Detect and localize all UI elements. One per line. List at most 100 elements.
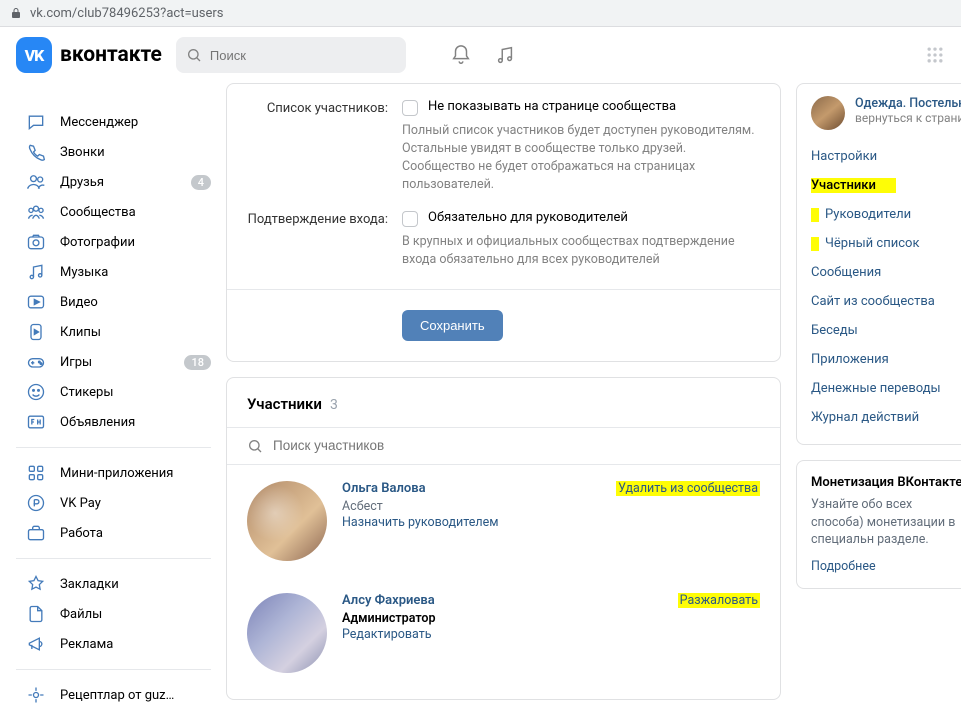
sidebar-item[interactable]: Объявления: [16, 407, 211, 437]
sidebar-item[interactable]: Стикеры: [16, 377, 211, 407]
music-icon[interactable]: [494, 44, 516, 66]
ads-icon: [26, 412, 46, 432]
right-panel: Одежда. Постельно вернуться к страни Нас…: [796, 83, 961, 445]
sidebar-item[interactable]: Закладки: [16, 569, 211, 599]
grid-icon[interactable]: [925, 45, 945, 65]
friends-icon: [26, 172, 46, 192]
member-action[interactable]: Удалить из сообщества: [616, 481, 760, 561]
right-menu-item[interactable]: Журнал действий: [797, 403, 961, 432]
communities-icon: [26, 202, 46, 222]
member-sub: Администратор: [342, 611, 663, 626]
right-menu-item[interactable]: Чёрный список: [797, 229, 961, 258]
sidebar-item[interactable]: Реклама: [16, 629, 211, 659]
sidebar: Мессенджер Звонки Друзья 4 СообществаФотогра…: [16, 83, 211, 715]
mon-link[interactable]: Подробнее: [811, 559, 961, 574]
avatar[interactable]: [247, 593, 327, 673]
mon-title: Монетизация ВКонтакте: [811, 475, 961, 490]
right-menu-item[interactable]: Участники: [797, 171, 961, 200]
sidebar-item-label: Звонки: [60, 145, 211, 160]
member-name[interactable]: Ольга Валова: [342, 481, 601, 496]
photo-icon: [26, 232, 46, 252]
member-row: Ольга ВаловаАсбестНазначить руководителе…: [227, 465, 780, 577]
members-search[interactable]: [227, 427, 780, 465]
separator: [16, 558, 211, 559]
separator: [16, 669, 211, 670]
sidebar-item[interactable]: Мини-приложения: [16, 458, 211, 488]
sidebar-item[interactable]: Звонки: [16, 137, 211, 167]
sidebar-item[interactable]: VK Pay: [16, 488, 211, 518]
right-menu-item[interactable]: Руководители: [797, 200, 961, 229]
separator: [16, 447, 211, 448]
members-search-input[interactable]: [273, 438, 760, 453]
sidebar-item[interactable]: Сообщества: [16, 197, 211, 227]
search-icon: [247, 438, 263, 454]
community-header[interactable]: Одежда. Постельно вернуться к страни: [797, 96, 961, 142]
monetization-card: Монетизация ВКонтакте Узнайте обо всех с…: [796, 460, 961, 589]
badge: 18: [184, 355, 211, 370]
setting-hint: В крупных и официальных сообществах подт…: [402, 233, 760, 269]
save-button[interactable]: Сохранить: [402, 310, 503, 341]
mon-text: Узнайте обо всех способа) монетизации в …: [811, 496, 961, 549]
community-subtitle: вернуться к страни: [855, 111, 961, 125]
logo-link[interactable]: VK вконтакте: [16, 37, 162, 73]
lock-icon: [10, 7, 22, 19]
sidebar-item[interactable]: Фотографии: [16, 227, 211, 257]
right-menu-item[interactable]: Настройки: [797, 142, 961, 171]
video-icon: [26, 292, 46, 312]
settings-card: Список участников: Не показывать на стра…: [226, 83, 781, 362]
sidebar-item[interactable]: Музыка: [16, 257, 211, 287]
members-count: 3: [330, 397, 338, 413]
right-menu-item[interactable]: Сайт из сообщества: [797, 287, 961, 316]
mini-icon: [26, 463, 46, 483]
sidebar-item[interactable]: Рецептлар от guz…: [16, 680, 211, 710]
members-card: Участники 3 Ольга ВаловаАсбестНазначить …: [226, 377, 781, 700]
sidebar-item-label: Рецептлар от guz…: [60, 688, 211, 703]
sidebar-item-label: Работа: [60, 526, 211, 541]
sidebar-item-label: Реклама: [60, 637, 211, 652]
sidebar-item[interactable]: Файлы: [16, 599, 211, 629]
sidebar-item[interactable]: Работа: [16, 518, 211, 548]
sidebar-item-label: Видео: [60, 295, 211, 310]
setting-hint: Полный список участников будет доступен …: [402, 122, 760, 195]
search-input[interactable]: [210, 48, 396, 63]
address-url[interactable]: vk.com/club78496253?act=users: [30, 6, 223, 21]
member-link[interactable]: Редактировать: [342, 627, 663, 642]
member-list-checkbox[interactable]: [402, 100, 418, 116]
right-menu-item[interactable]: Денежные переводы: [797, 374, 961, 403]
avatar[interactable]: [247, 481, 327, 561]
sidebar-item[interactable]: Видео: [16, 287, 211, 317]
bell-icon[interactable]: [450, 44, 472, 66]
vk-logo-icon: VK: [16, 37, 52, 73]
member-link[interactable]: Назначить руководителем: [342, 515, 601, 530]
member-action[interactable]: Разжаловать: [678, 593, 760, 673]
checkbox-label[interactable]: Обязательно для руководителей: [428, 210, 628, 225]
badge: 4: [191, 175, 211, 190]
sidebar-item[interactable]: Друзья 4: [16, 167, 211, 197]
sidebar-item-label: Закладки: [60, 577, 211, 592]
right-menu-item[interactable]: Сообщения: [797, 258, 961, 287]
sidebar-item[interactable]: Мессенджер: [16, 107, 211, 137]
right-menu-item[interactable]: Приложения: [797, 345, 961, 374]
sidebar-item[interactable]: Клипы: [16, 317, 211, 347]
files-icon: [26, 604, 46, 624]
member-name[interactable]: Алсу Фахриева: [342, 593, 663, 608]
search-field[interactable]: [176, 37, 406, 73]
checkbox-label[interactable]: Не показывать на странице сообщества: [428, 99, 676, 114]
phone-icon: [26, 142, 46, 162]
sidebar-item-label: Друзья: [60, 175, 177, 190]
clips-icon: [26, 322, 46, 342]
stickers-icon: [26, 382, 46, 402]
highlight-mark: [811, 208, 819, 222]
divider: [227, 289, 780, 290]
brand-text: вконтакте: [60, 43, 162, 67]
community-avatar: [811, 96, 845, 130]
sidebar-item-label: Музыка: [60, 265, 211, 280]
sidebar-item-label: Мессенджер: [60, 115, 211, 130]
address-bar: vk.com/club78496253?act=users: [0, 0, 961, 27]
sidebar-item[interactable]: Игры18: [16, 347, 211, 377]
sidebar-item-label: Файлы: [60, 607, 211, 622]
verify-checkbox[interactable]: [402, 211, 418, 227]
right-menu-item[interactable]: Беседы: [797, 316, 961, 345]
music-icon: [26, 262, 46, 282]
sidebar-item-label: VK Pay: [60, 496, 211, 511]
